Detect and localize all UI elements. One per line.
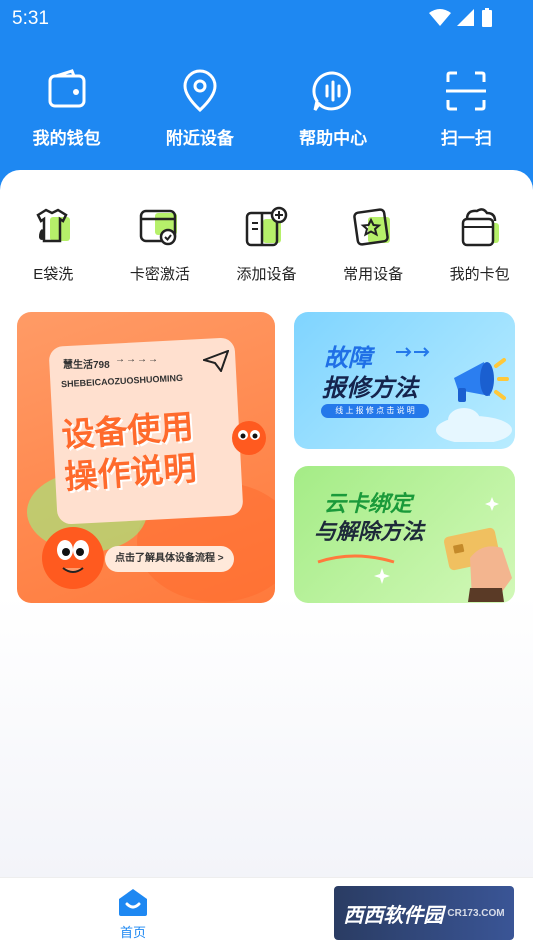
quick-actions: 我的钱包 附近设备 帮助中心 扫一扫 — [0, 68, 533, 149]
service-grid: E袋洗 卡密激活 添加设备 常用设备 我的卡包 — [0, 205, 533, 284]
battery-icon — [482, 8, 492, 27]
quick-action-scan[interactable]: 扫一扫 — [400, 68, 533, 149]
mascot — [42, 527, 104, 589]
service-add-device[interactable]: 添加设备 — [213, 205, 320, 284]
guide-cta-button[interactable]: 点击了解具体设备流程 > — [105, 546, 234, 572]
watermark-text: 西西软件园 — [343, 904, 444, 927]
service-card-activate[interactable]: 卡密激活 — [107, 205, 214, 284]
status-bar: 5:31 — [0, 0, 533, 36]
arrows-icon — [396, 347, 430, 357]
quick-action-label: 扫一扫 — [440, 129, 492, 148]
repair-title-line2: 报修方法 — [322, 375, 418, 402]
signal-icon — [457, 9, 474, 26]
quick-action-label: 附近设备 — [165, 129, 234, 148]
repair-pill: 线 上 报 修 点 击 说 明 — [321, 404, 429, 418]
service-e-wash[interactable]: E袋洗 — [0, 205, 107, 284]
watermark-sub: CR173.COM — [447, 907, 505, 919]
add-device-icon — [246, 206, 288, 247]
quick-action-label: 帮助中心 — [299, 129, 368, 148]
guide-brand: 慧生活798 — [63, 360, 110, 371]
service-label: E袋洗 — [33, 266, 74, 283]
watermark-logo: 西西软件园 CR173.COM — [334, 886, 514, 940]
main-panel: E袋洗 卡密激活 添加设备 常用设备 我的卡包 慧生活798 →→→→ SHEB… — [0, 170, 533, 877]
mascot-small — [232, 421, 266, 455]
card-activate-icon — [139, 209, 177, 246]
cloud-card-title-line2: 与解除方法 — [314, 519, 425, 544]
shirt-wash-icon — [36, 208, 71, 243]
voice-chat-icon — [312, 71, 351, 111]
wifi-icon — [429, 9, 451, 26]
service-card-wallet[interactable]: 我的卡包 — [426, 205, 533, 284]
quick-action-help[interactable]: 帮助中心 — [267, 68, 400, 149]
tab-home-label: 首页 — [119, 925, 146, 940]
status-time: 5:31 — [12, 8, 49, 29]
status-icons — [429, 8, 493, 28]
banner-cloud-card[interactable]: 云卡绑定 与解除方法 — [294, 466, 515, 603]
card-wallet-icon — [461, 208, 499, 247]
location-pin-icon — [183, 69, 217, 113]
tab-home[interactable]: 首页 — [103, 886, 163, 941]
guide-arrows: →→→→ — [115, 354, 159, 365]
quick-action-label: 我的钱包 — [32, 129, 101, 148]
banner-repair[interactable]: 故障 报修方法 线 上 报 修 点 击 说 明 — [294, 312, 515, 449]
bottom-tab-bar: 首页 西西软件园 CR173.COM — [0, 877, 533, 948]
quick-action-wallet[interactable]: 我的钱包 — [0, 68, 133, 149]
home-icon — [119, 889, 147, 916]
scan-icon — [446, 71, 487, 111]
paper-plane-icon — [203, 350, 229, 372]
quick-action-nearby[interactable]: 附近设备 — [133, 68, 266, 149]
service-label: 我的卡包 — [449, 266, 510, 283]
hand-card-icon — [443, 527, 512, 602]
service-favorite-device[interactable]: 常用设备 — [320, 205, 427, 284]
service-label: 卡密激活 — [129, 266, 190, 283]
service-label: 添加设备 — [236, 266, 297, 283]
banner-device-guide[interactable]: 慧生活798 →→→→ SHEBEICAOZUOSHUOMING 设备使用 操作… — [17, 312, 275, 603]
wallet-icon — [48, 69, 86, 108]
favorite-device-icon — [353, 208, 391, 246]
guide-title: 设备使用 操作说明 — [60, 405, 198, 498]
megaphone-icon — [454, 358, 509, 402]
service-label: 常用设备 — [343, 266, 404, 283]
